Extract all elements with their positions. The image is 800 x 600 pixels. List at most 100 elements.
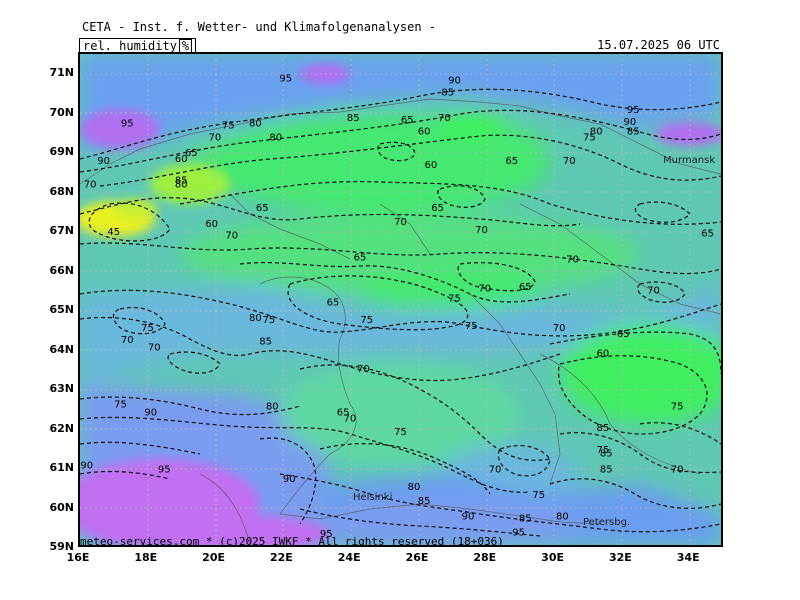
contour-value-label: 85 [259,337,272,348]
longitude-label: 30E [541,551,564,564]
longitude-label: 16E [66,551,90,564]
contour-value-label: 75 [222,121,235,132]
contour-value-label: 70 [475,225,488,236]
contour-value-label: 80 [249,313,262,324]
city-label-petersburg: Petersbg. [583,517,630,528]
contour-value-label: 70 [647,286,660,297]
contour-value-label: 90 [97,156,110,167]
contour-value-label: 70 [566,254,579,265]
contour-value-label: 75 [448,294,461,305]
contour-value-label: 70 [489,464,502,475]
contour-value-label: 65 [701,229,714,240]
contour-value-label: 65 [401,115,414,126]
contour-value-label: 70 [553,323,566,334]
contour-value-label: 70 [84,180,97,191]
longitude-label: 26E [405,551,429,564]
contour-value-label: 85 [597,423,610,434]
contour-value-label: 65 [617,329,630,340]
contour-value-label: 70 [209,133,222,144]
contour-value-label: 85 [519,514,532,525]
contour-value-label: 95 [627,105,640,116]
map-title: CETA - Inst. f. Wetter- und Klimafolgena… [82,20,437,34]
contour-value-label: 60 [175,154,188,165]
latitude-label: 65N [49,303,74,316]
latitude-label: 70N [49,105,74,119]
copyright-credit: meteo-services.com * (c)2025 IWKF * All … [80,535,504,548]
contour-value-label: 70 [121,335,134,346]
contour-value-label: 45 [107,227,120,238]
latitude-label: 67N [49,224,74,237]
contour-value-label: 60 [205,219,218,230]
contour-value-label: 75 [394,427,407,438]
contour-value-label: 70 [357,364,370,375]
contour-value-label: 75 [671,402,684,413]
contour-value-label: 75 [263,315,276,326]
longitude-label: 24E [337,551,361,564]
contour-value-label: 75 [141,323,154,334]
latitude-label: 64N [49,342,74,356]
parameter-name: rel. humidity [83,39,177,53]
contour-value-label: 80 [408,482,421,493]
contour-value-label: 70 [671,464,684,475]
contour-value-label: 75 [360,315,373,326]
contour-value-label: 65 [327,298,340,309]
contour-value-label: 75 [583,133,596,144]
contour-value-label: 60 [597,349,610,360]
contour-value-label: 75 [114,400,127,411]
contour-value-label: 90 [283,474,296,485]
contour-value-label: 95 [158,464,171,475]
contour-value-label: 85 [600,449,613,460]
longitude-label: 20E [202,551,225,564]
latitude-label: 69N [49,145,74,158]
contour-value-label: 85 [347,113,360,124]
contour-value-label: 60 [425,160,438,171]
longitude-label: 32E [608,551,632,564]
contour-value-label: 85 [600,464,613,475]
contour-value-label: 85 [418,496,431,507]
city-label-helsinki: Helsinki [353,492,392,503]
contour-value-label: 65 [431,203,444,214]
contour-value-label: 90 [448,76,461,87]
latitude-label: 61N [49,461,74,474]
contour-value-label: 70 [478,284,491,295]
contour-value-label: 85 [441,87,454,98]
contour-value-label: 90 [144,407,157,418]
contour-value-label: 65 [505,156,518,167]
valid-datetime: 15.07.2025 06 UTC [597,38,720,52]
contour-value-label: 85 [627,127,640,138]
latitude-label: 60N [49,500,74,514]
contour-value-label: 95 [279,74,292,85]
humidity-map: 95 90 85 95 75 80 85 65 70 60 80 70 95 90 85 80 75 65 60 90… [78,52,723,547]
longitude-label: 22E [269,551,293,564]
contour-value-label: 70 [225,231,238,242]
contour-value-label: 65 [519,282,532,293]
contour-value-label: 70 [563,156,576,167]
contour-value-label: 80 [556,512,569,523]
latitude-label: 63N [49,382,74,395]
contour-value-label: 65 [354,252,367,263]
longitude-label: 28E [473,551,497,564]
contour-value-label: 90 [80,461,93,472]
latitude-label: 71N [49,66,74,79]
contour-value-label: 70 [148,343,161,354]
contour-value-label: 75 [465,321,478,332]
contour-value-label: 70 [394,217,407,228]
contour-value-label: 80 [175,180,188,191]
longitude-label: 18E [134,551,158,564]
contour-value-label: 80 [269,133,282,144]
latitude-label: 68N [49,184,74,198]
contour-value-label: 95 [512,527,525,538]
parameter-label: rel. humidity% [79,38,197,54]
contour-value-label: 75 [532,490,545,501]
contour-value-label: 70 [438,113,451,124]
contour-value-label: 70 [344,413,357,424]
latitude-label: 66N [49,263,74,277]
city-label-murmansk: Murmansk [663,155,715,166]
latitude-label: 62N [49,421,74,435]
contour-value-label: 65 [256,203,269,214]
contour-value-label: 90 [462,512,475,523]
contour-value-label: 80 [266,402,279,413]
longitude-label: 34E [676,551,700,564]
contour-value-label: 60 [418,127,431,138]
contour-value-label: 95 [121,119,134,130]
